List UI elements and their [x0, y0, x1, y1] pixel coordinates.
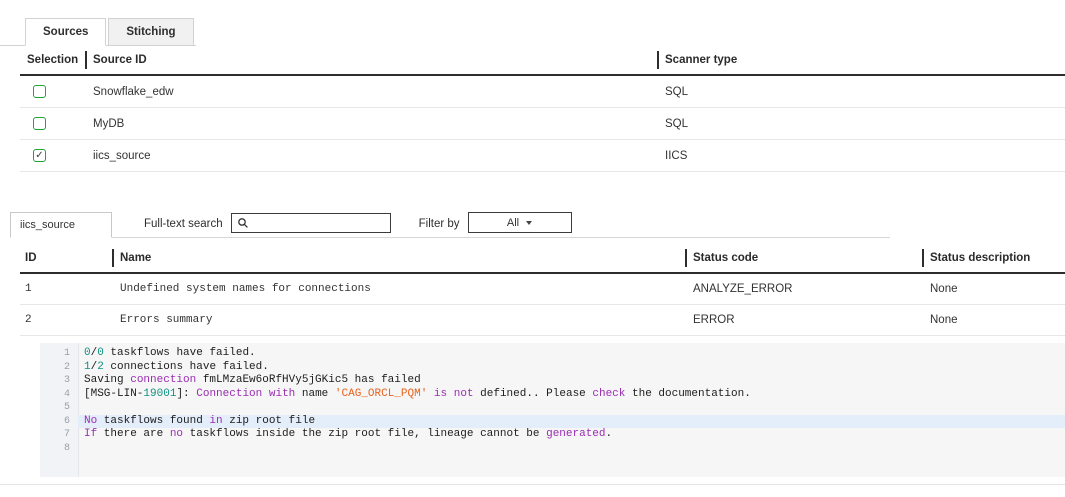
log-line-text: No taskflows found in zip root file: [78, 415, 1065, 429]
results-tab-bar: iics_source Full-text search Filter by A…: [10, 212, 890, 238]
table-row: Snowflake_edwSQL: [20, 76, 1065, 108]
line-number: 3: [40, 374, 78, 388]
filter-by-label: Filter by: [419, 218, 460, 230]
search-box: [231, 213, 391, 233]
table-row[interactable]: 2Errors summaryERRORNone: [20, 305, 1065, 336]
row-checkbox[interactable]: [33, 85, 46, 98]
log-line: 4[MSG-LIN-19001]: Connection with name '…: [40, 388, 1065, 402]
column-header-id: ID: [20, 244, 112, 272]
line-number: 7: [40, 428, 78, 442]
table-row: MyDBSQL: [20, 108, 1065, 140]
column-header-status-description: Status description: [922, 244, 1065, 272]
full-text-search-label: Full-text search: [144, 218, 223, 230]
search-icon: [237, 217, 249, 229]
log-viewer: 10/0 taskflows have failed.21/2 connecti…: [40, 343, 1065, 477]
line-number: 8: [40, 442, 78, 456]
table-row[interactable]: 1Undefined system names for connectionsA…: [20, 274, 1065, 305]
column-header-name: Name: [112, 244, 685, 272]
log-line-text: [MSG-LIN-19001]: Connection with name 'C…: [78, 388, 1065, 402]
tab-iics-source[interactable]: iics_source: [10, 212, 112, 238]
scanner-type-cell: IICS: [657, 141, 1065, 171]
column-header-source-id: Source ID: [85, 46, 657, 74]
log-line-text: [78, 401, 1065, 415]
tab-stitching[interactable]: Stitching: [108, 18, 193, 46]
line-number: 2: [40, 361, 78, 375]
id-cell: 1: [20, 274, 112, 304]
line-number: 5: [40, 401, 78, 415]
tab-sources[interactable]: Sources: [25, 18, 106, 46]
name-cell: Errors summary: [112, 305, 685, 335]
results-table-header: ID Name Status code Status description: [20, 244, 1065, 274]
selection-cell: ✓: [20, 140, 85, 171]
filter-dropdown-value: All: [507, 217, 519, 229]
log-line: 21/2 connections have failed.: [40, 361, 1065, 375]
source-id-cell: Snowflake_edw: [85, 77, 657, 107]
scanner-type-cell: SQL: [657, 109, 1065, 139]
log-line-text: 1/2 connections have failed.: [78, 361, 1065, 375]
source-id-cell: iics_source: [85, 141, 657, 171]
main-tab-bar: Sources Stitching: [0, 18, 196, 46]
log-line: 5: [40, 401, 1065, 415]
scanner-type-cell: SQL: [657, 77, 1065, 107]
log-line-text: [78, 442, 1065, 456]
chevron-down-icon: [526, 221, 532, 225]
selection-cell: [20, 76, 85, 107]
status-code-cell: ERROR: [685, 305, 922, 335]
selection-cell: [20, 108, 85, 139]
line-number: 1: [40, 347, 78, 361]
results-table: ID Name Status code Status description 1…: [20, 244, 1065, 336]
line-number: 6: [40, 415, 78, 429]
log-line: 8: [40, 442, 1065, 456]
status-description-cell: None: [922, 274, 1065, 304]
row-checkbox[interactable]: ✓: [33, 149, 46, 162]
line-number: 4: [40, 388, 78, 402]
column-header-scanner-type: Scanner type: [657, 46, 1065, 74]
table-row: ✓ iics_sourceIICS: [20, 140, 1065, 172]
column-header-selection: Selection: [20, 46, 85, 74]
search-input[interactable]: [249, 216, 390, 230]
status-description-cell: None: [922, 305, 1065, 335]
log-line: 10/0 taskflows have failed.: [40, 347, 1065, 361]
row-checkbox[interactable]: [33, 117, 46, 130]
filter-dropdown[interactable]: All: [468, 212, 572, 233]
sources-table-header: Selection Source ID Scanner type: [20, 46, 1065, 76]
log-line-text: 0/0 taskflows have failed.: [78, 347, 1065, 361]
status-code-cell: ANALYZE_ERROR: [685, 274, 922, 304]
log-line: 6No taskflows found in zip root file: [40, 415, 1065, 429]
source-id-cell: MyDB: [85, 109, 657, 139]
name-cell: Undefined system names for connections: [112, 274, 685, 304]
log-line-text: Saving connection fmLMzaEw6oRfHVy5jGKic5…: [78, 374, 1065, 388]
column-header-status-code: Status code: [685, 244, 922, 272]
sources-table: Selection Source ID Scanner type Snowfla…: [20, 46, 1065, 172]
log-line: 3Saving connection fmLMzaEw6oRfHVy5jGKic…: [40, 374, 1065, 388]
log-line-text: If there are no taskflows inside the zip…: [78, 428, 1065, 442]
bottom-divider: [0, 484, 1065, 485]
id-cell: 2: [20, 305, 112, 335]
log-line: 7If there are no taskflows inside the zi…: [40, 428, 1065, 442]
